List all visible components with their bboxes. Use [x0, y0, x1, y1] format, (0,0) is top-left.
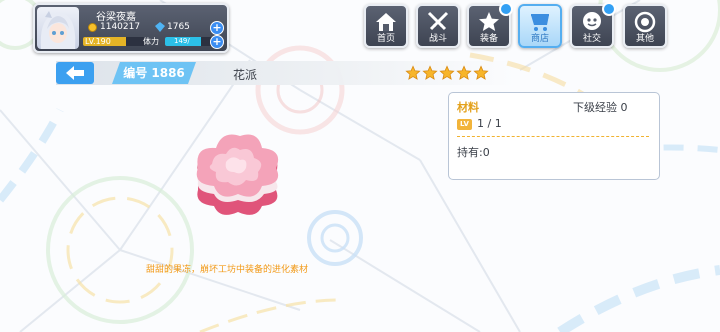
nav-home-label: 首页	[376, 34, 395, 44]
flower-jelly-item-image	[196, 134, 279, 215]
star-icon	[439, 65, 455, 80]
crystal-amount: 1765	[167, 22, 190, 32]
player-info-panel: 谷梁夜嘉 1140217 1765 + LV.190 体力 149/ +	[33, 3, 229, 53]
star-icon	[405, 65, 421, 80]
nav-battle-label: 战斗	[428, 34, 447, 44]
divider	[457, 136, 649, 137]
item-rarity-stars	[405, 65, 490, 85]
nav-other-label: 其他	[635, 34, 654, 44]
stamina-value: 149/	[174, 37, 190, 45]
nav-battle[interactable]: 战斗	[416, 4, 460, 48]
stamina-label: 体力	[143, 37, 159, 46]
owned-count: 持有:0	[457, 146, 490, 159]
star-icon	[422, 65, 438, 80]
item-level: 1 / 1	[477, 117, 502, 130]
nav-social-label: 社交	[582, 34, 601, 44]
player-name: 谷梁夜嘉	[96, 12, 136, 23]
item-number: 编号 1886	[112, 62, 196, 84]
item-info-panel: 材料 下级经验 0 LV 1 / 1 持有:0	[448, 92, 660, 180]
nav-shop-label: 商店	[530, 34, 549, 44]
item-name: 花派	[233, 68, 258, 82]
nav-equipment[interactable]: 装备	[467, 2, 513, 48]
item-description: 甜甜的果冻，崩坏工坊中装备的进化素材	[146, 265, 309, 275]
star-icon	[473, 65, 489, 80]
nav-social[interactable]: 社交	[570, 2, 616, 48]
back-button[interactable]	[56, 62, 94, 84]
item-category: 材料	[457, 101, 479, 114]
star-icon	[456, 65, 472, 80]
nav-home[interactable]: 首页	[364, 4, 408, 48]
add-crystal-button[interactable]: +	[210, 21, 224, 35]
level-badge: LV	[457, 119, 472, 130]
next-level-exp: 下级经验 0	[573, 101, 628, 114]
player-level: LV.190	[85, 37, 111, 46]
nav-equipment-label: 装备	[479, 34, 498, 44]
gold-amount: 1140217	[100, 22, 141, 32]
add-stamina-button[interactable]: +	[210, 35, 224, 49]
player-avatar[interactable]	[37, 7, 79, 49]
notification-dot	[602, 2, 616, 16]
crystal-icon	[155, 22, 165, 32]
notification-dot	[499, 2, 513, 16]
nav-other[interactable]: 其他	[623, 4, 667, 48]
back-arrow-icon	[66, 66, 84, 80]
nav-shop[interactable]: 商店	[518, 4, 562, 48]
gold-coin-icon	[88, 23, 97, 32]
